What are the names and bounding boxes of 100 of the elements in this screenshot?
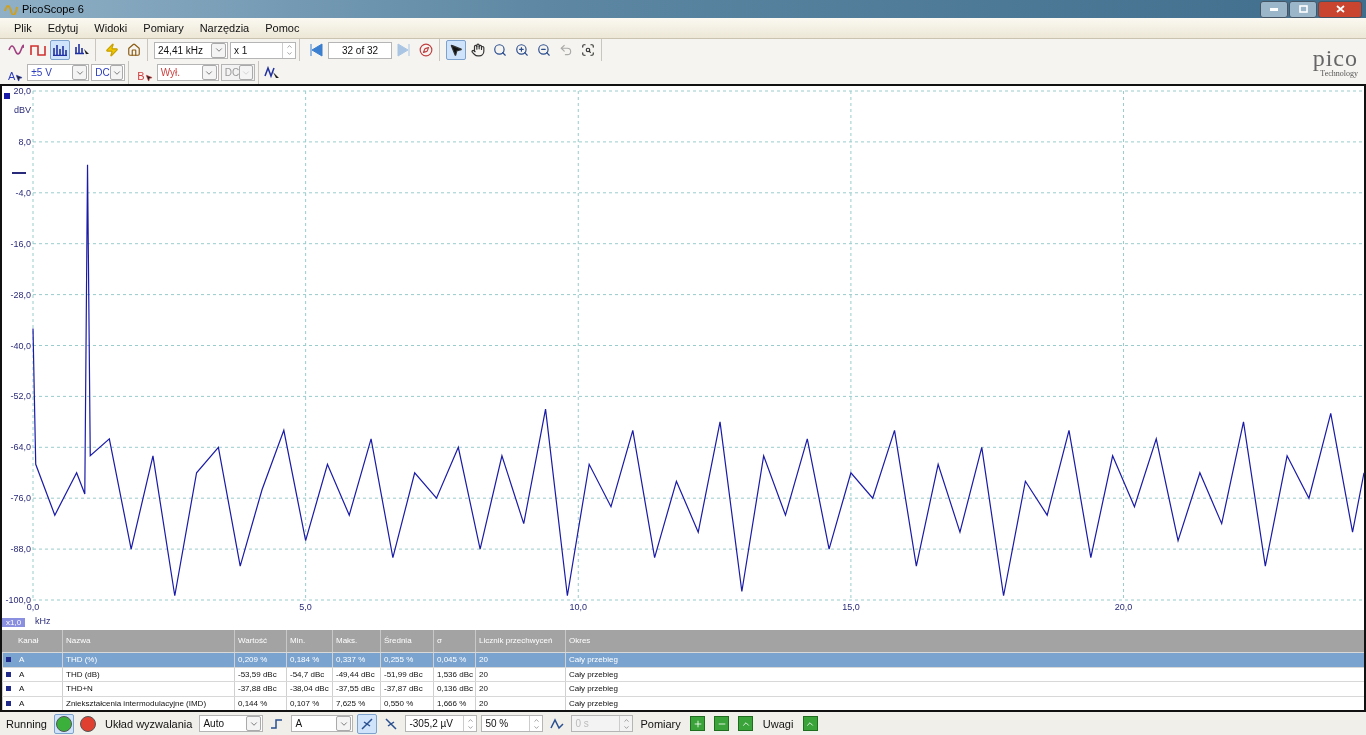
zoom-in-icon	[515, 43, 529, 57]
y-tick-label: -4,0	[15, 187, 31, 198]
hand-icon	[471, 43, 485, 57]
bar-chart-pointer-icon	[74, 43, 90, 57]
view-mode-button[interactable]	[50, 40, 70, 60]
tool-button[interactable]	[446, 40, 466, 60]
maximize-button[interactable]	[1289, 0, 1317, 18]
y-tick-label: -64,0	[10, 442, 31, 453]
menu-item[interactable]: Narzędzia	[191, 22, 258, 34]
menu-item[interactable]: Widoki	[86, 22, 136, 34]
table-cell: -38,04 dBc	[286, 682, 332, 696]
level-marker-icon	[12, 172, 26, 175]
table-cell: THD (%)	[62, 653, 234, 667]
table-cell: 0,337 %	[332, 653, 380, 667]
trigger-label: Układ wyzwalania	[104, 717, 194, 730]
table-cell: 7,625 %	[332, 696, 380, 710]
row-marker	[6, 700, 11, 706]
y-tick-label: -76,0	[10, 493, 31, 504]
table-cell: -37,88 dBc	[234, 682, 286, 696]
bar-chart-icon	[52, 44, 68, 56]
restore-icon	[1298, 5, 1308, 13]
caret-up-icon	[802, 716, 818, 731]
table-cell: Cały przebieg	[565, 653, 1364, 667]
rising-edge-button[interactable]	[357, 713, 378, 734]
table-cell: 20	[475, 696, 565, 710]
y-unit-label: dBV	[14, 105, 31, 116]
measurements-label: Pomiary	[639, 717, 682, 730]
minus-icon	[714, 716, 730, 731]
buffer-field[interactable]: 32 of 32	[328, 41, 392, 59]
table-cell: Cały przebieg	[565, 696, 1364, 710]
trigger-mode-dropdown[interactable]: Auto	[199, 715, 264, 732]
range-dropdown[interactable]: ±5 V	[27, 64, 90, 81]
y-tick-label: 8,0	[18, 136, 31, 147]
y-tick-label: 20,0	[13, 86, 31, 96]
x-tick-label: 5,0	[299, 602, 312, 612]
table-cell: 0,550 %	[380, 696, 433, 710]
start-button[interactable]	[54, 713, 74, 734]
table-cell: A	[2, 696, 62, 710]
close-button[interactable]	[1318, 0, 1362, 18]
skip-forward-icon	[397, 43, 411, 57]
square-wave-icon	[30, 44, 46, 56]
coupling-dropdown[interactable]: DC	[91, 64, 126, 81]
table-row[interactable]: A THD+N -37,88 dBc -38,04 dBc -37,55 dBc -37,87 dBc 0,136 dBc 20 Cały przebieg	[2, 681, 1364, 696]
table-cell: 0,045 %	[433, 653, 475, 667]
y-tick-label: -16,0	[10, 238, 31, 249]
minimize-icon	[1270, 7, 1278, 11]
table-cell: 0,184 %	[286, 653, 332, 667]
x-unit-label: kHz	[35, 616, 51, 626]
remove-measurement-button[interactable]	[711, 713, 732, 734]
edit-measurement-button[interactable]	[735, 713, 756, 734]
menu-item[interactable]: Pomiary	[135, 22, 192, 34]
table-cell: 0,144 %	[234, 696, 286, 710]
table-cell: A	[2, 653, 62, 667]
table-cell: 0,107 %	[286, 696, 332, 710]
menu-item[interactable]: Plik	[6, 22, 40, 34]
menu-item[interactable]: Pomoc	[257, 22, 308, 34]
multiplier-field[interactable]: x 1	[230, 41, 296, 59]
minimize-button[interactable]	[1260, 0, 1288, 18]
x-tick-label: 15,0	[842, 602, 860, 612]
sine-wave-icon	[8, 44, 24, 56]
pointer-icon	[449, 43, 463, 57]
caret-up-icon	[738, 716, 754, 731]
zoom-badge: x1,0	[2, 618, 26, 627]
x-tick-label: 10,0	[569, 602, 588, 612]
rising-edge-icon	[360, 717, 375, 730]
y-tick-label: -100,0	[5, 595, 31, 605]
app-icon	[4, 3, 18, 15]
x-tick-label: 0,0	[26, 602, 40, 612]
plus-icon	[690, 716, 706, 731]
pretrigger-field[interactable]: 50 %	[481, 715, 544, 732]
spinner-icon	[282, 42, 295, 58]
trigger-source-dropdown[interactable]: A	[291, 715, 354, 732]
close-icon	[1335, 5, 1345, 13]
menu-item[interactable]: Edytuj	[39, 22, 87, 34]
table-cell: 0,255 %	[380, 653, 433, 667]
notes-label: Uwagi	[761, 717, 795, 730]
channel-button[interactable]: A	[6, 63, 26, 82]
y-tick-label: -40,0	[10, 340, 31, 351]
falling-edge-icon	[384, 717, 399, 730]
timebase-dropdown[interactable]: 24,41 kHz	[154, 41, 228, 59]
x-tick-label: 20,0	[1114, 602, 1133, 612]
table-cell: 1,666 %	[433, 696, 475, 710]
wave-pointer-icon	[263, 65, 280, 80]
threshold-field[interactable]: -305,2 µV	[405, 715, 478, 732]
channel-marker	[4, 93, 10, 99]
y-tick-label: -88,0	[10, 544, 31, 555]
add-measurement-button[interactable]	[687, 713, 708, 734]
column-header: Kanał	[17, 634, 40, 647]
table-cell: -37,55 dBc	[332, 682, 380, 696]
logo: pico Technology	[1312, 43, 1359, 80]
table-cell: 20	[475, 653, 565, 667]
zoom-out-icon	[537, 43, 551, 57]
table-cell: A	[2, 682, 62, 696]
notes-button[interactable]	[800, 713, 821, 734]
row-marker	[6, 671, 11, 677]
row-marker	[6, 686, 11, 691]
run-state: Running	[5, 717, 48, 730]
undo-icon	[559, 43, 573, 57]
row-marker	[6, 657, 11, 662]
table-cell: 0,209 %	[234, 653, 286, 667]
